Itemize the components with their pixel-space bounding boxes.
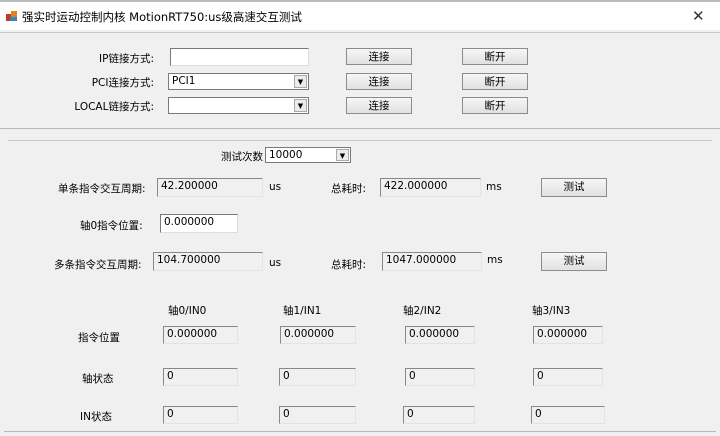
single-period-unit: us [269,181,282,193]
ip-label: IP链接方式: [99,53,154,65]
ip-disconnect-button[interactable]: 断开 [462,48,528,65]
column-header: 轴0/IN0 [168,305,207,317]
multi-total-label: 总耗时: [331,259,367,271]
test-count-select[interactable]: 10000 ▼ [265,147,351,163]
axis0-position-label: 轴0指令位置: [80,220,143,232]
status-cell: 0.000000 [533,326,603,344]
chevron-down-icon[interactable]: ▼ [294,99,307,112]
single-period-value: 42.200000 [157,178,263,197]
single-total-value: 422.000000 [380,178,481,197]
multi-period-label: 多条指令交互周期: [54,259,142,271]
app-icon [6,11,17,21]
status-cell: 0 [279,368,356,386]
pci-disconnect-button[interactable]: 断开 [462,73,528,90]
column-header: 轴3/IN3 [532,305,571,317]
divider [4,431,716,432]
multi-total-unit: ms [487,254,503,266]
divider [0,128,720,129]
axis0-position-input[interactable]: 0.000000 [160,214,238,233]
row-label: 轴状态 [82,373,114,385]
pci-select-value: PCI1 [172,75,196,87]
single-total-label: 总耗时: [331,183,367,195]
local-disconnect-button[interactable]: 断开 [462,97,528,114]
status-cell: 0 [403,406,475,424]
local-select[interactable]: ▼ [168,97,309,114]
single-period-label: 单条指令交互周期: [58,183,146,195]
chevron-down-icon[interactable]: ▼ [336,149,349,161]
local-connect-button[interactable]: 连接 [346,97,412,114]
divider [0,32,720,33]
window-title: 强实时运动控制内核 MotionRT750:us级高速交互测试 [22,10,302,24]
test-count-value: 10000 [269,149,303,161]
status-cell: 0 [163,368,238,386]
ip-input[interactable] [170,48,309,66]
ip-connect-button[interactable]: 连接 [346,48,412,65]
column-header: 轴2/IN2 [403,305,442,317]
status-cell: 0.000000 [405,326,475,344]
single-total-unit: ms [486,181,502,193]
row-label: 指令位置 [78,332,120,344]
status-cell: 0.000000 [163,326,238,344]
status-cell: 0 [279,406,356,424]
multi-test-button[interactable]: 测试 [541,252,607,271]
column-header: 轴1/IN1 [283,305,322,317]
multi-period-unit: us [269,257,282,269]
title-bar: 强实时运动控制内核 MotionRT750:us级高速交互测试 ✕ [0,0,720,30]
multi-period-value: 104.700000 [153,252,263,271]
status-cell: 0 [405,368,475,386]
chevron-down-icon[interactable]: ▼ [294,75,307,88]
close-icon[interactable]: ✕ [692,7,705,25]
test-count-label: 测试次数 [221,151,263,163]
pci-connect-button[interactable]: 连接 [346,73,412,90]
local-label: LOCAL链接方式: [74,101,154,113]
status-cell: 0 [163,406,238,424]
pci-label: PCI连接方式: [91,77,154,89]
pci-select[interactable]: PCI1 ▼ [168,73,309,90]
single-test-button[interactable]: 测试 [541,178,607,197]
row-label: IN状态 [80,411,112,423]
divider [8,140,712,141]
status-cell: 0 [533,368,603,386]
status-cell: 0.000000 [280,326,356,344]
status-cell: 0 [531,406,605,424]
multi-total-value: 1047.000000 [382,252,482,271]
